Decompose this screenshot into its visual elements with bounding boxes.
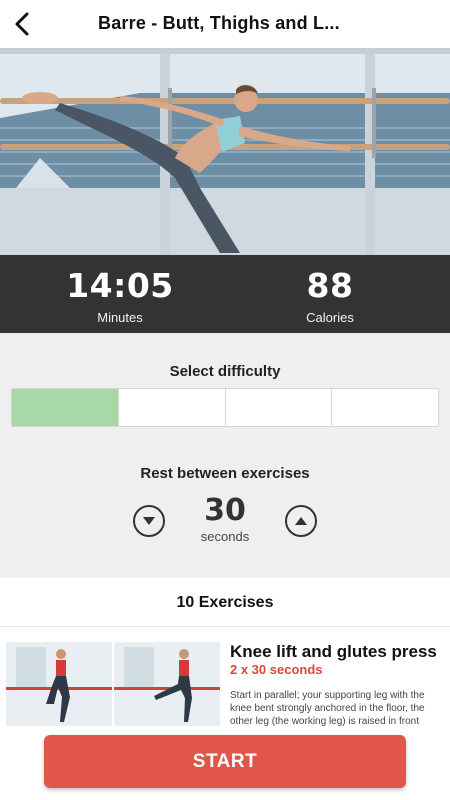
difficulty-selector <box>11 388 439 427</box>
chevron-left-icon <box>15 12 29 36</box>
page-title: Barre - Butt, Thighs and L... <box>98 13 340 33</box>
start-button[interactable]: START <box>44 735 406 788</box>
exercise-count: 10 Exercises <box>176 594 274 611</box>
workout-hero-image <box>0 48 450 255</box>
calories-value: 88 <box>306 266 354 305</box>
triangle-down-icon <box>143 517 155 525</box>
exercises-header: 10 Exercises <box>0 578 450 627</box>
calories-stat: 88 Calories <box>250 266 410 326</box>
rest-value: 30 <box>204 493 246 528</box>
duration-label: Minutes <box>97 310 143 325</box>
difficulty-level-3[interactable] <box>225 389 333 426</box>
decrease-rest-button[interactable] <box>133 505 165 537</box>
exercise-thumbnail <box>6 642 220 726</box>
rest-unit: seconds <box>200 529 250 544</box>
workout-stats-bar: 14:05 Minutes 88 Calories <box>0 255 450 333</box>
difficulty-level-2[interactable] <box>118 389 226 426</box>
exercise-reps: 2 x 30 seconds <box>230 662 323 677</box>
difficulty-level-4[interactable] <box>332 389 438 426</box>
back-button[interactable] <box>6 8 38 40</box>
triangle-up-icon <box>295 517 307 525</box>
top-bar: Barre - Butt, Thighs and L... <box>0 0 450 48</box>
duration-stat: 14:05 Minutes <box>40 266 200 326</box>
exercise-description: Start in parallel; your supporting leg w… <box>230 690 425 727</box>
increase-rest-button[interactable] <box>285 505 317 537</box>
calories-label: Calories <box>306 310 354 325</box>
exercise-name: Knee lift and glutes press <box>230 642 437 661</box>
rest-title: Rest between exercises <box>140 465 310 482</box>
duration-value: 14:05 <box>66 266 174 305</box>
difficulty-title: Select difficulty <box>169 363 281 380</box>
difficulty-level-1[interactable] <box>12 389 119 426</box>
workout-settings: Select difficulty Rest between exercises… <box>0 333 450 578</box>
